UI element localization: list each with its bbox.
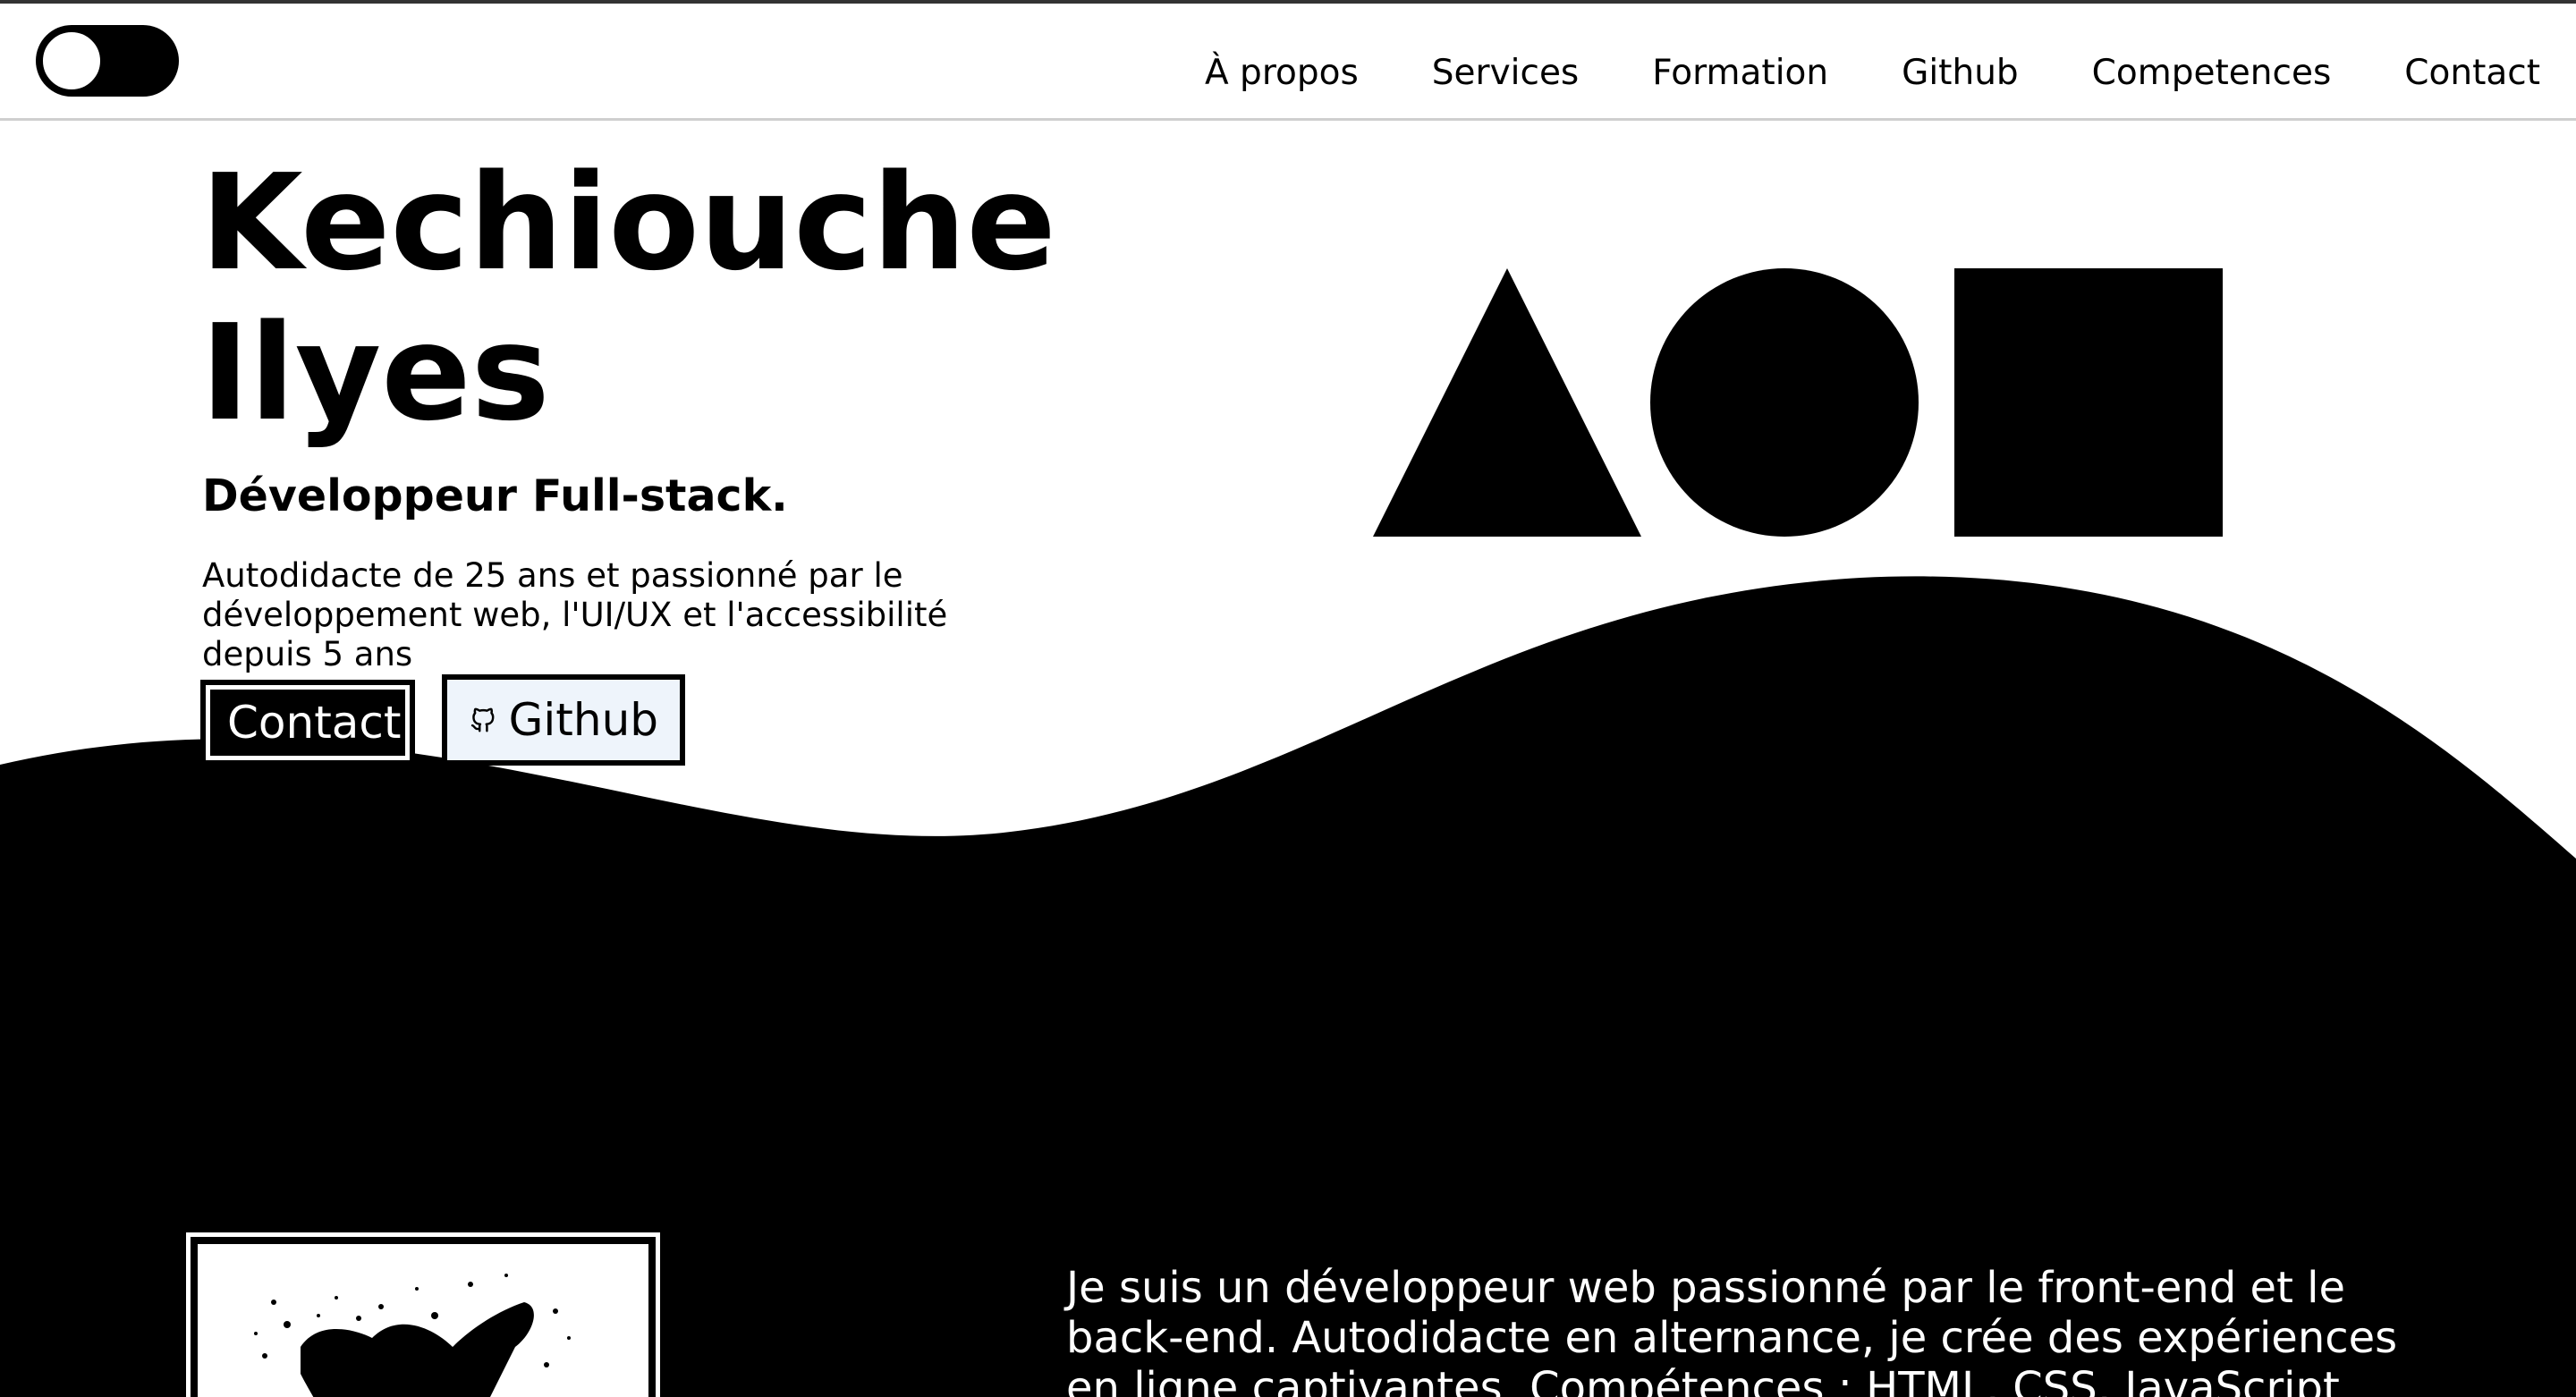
hero-description: Autodidacte de 25 ans et passionné par l… xyxy=(202,556,948,673)
nav-link-contact[interactable]: Contact xyxy=(2404,53,2540,93)
hero-title-line1: Kechiouche xyxy=(200,146,1056,300)
nav-link-a-propos[interactable]: À propos xyxy=(1205,53,1359,93)
navbar: À propos Services Formation Github Compe… xyxy=(0,4,2576,121)
theme-toggle-knob xyxy=(39,29,104,93)
page: À propos Services Formation Github Compe… xyxy=(0,0,2576,1397)
github-icon xyxy=(470,707,495,732)
theme-toggle[interactable] xyxy=(36,25,179,97)
triangle-shape xyxy=(1373,268,1641,537)
contact-button-label: Contact xyxy=(227,697,402,749)
about-photo-frame xyxy=(186,1232,660,1397)
hero-subtitle: Développeur Full-stack. xyxy=(202,470,788,521)
github-button-label: Github xyxy=(508,694,658,746)
about-photo xyxy=(198,1244,648,1397)
hero-shapes xyxy=(1373,268,2223,537)
nav-links: À propos Services Formation Github Compe… xyxy=(1205,53,2540,93)
github-button[interactable]: Github xyxy=(442,674,685,766)
nav-link-services[interactable]: Services xyxy=(1432,53,1579,93)
circle-shape xyxy=(1650,268,1919,537)
nav-link-formation[interactable]: Formation xyxy=(1652,53,1828,93)
nav-link-competences[interactable]: Competences xyxy=(2092,53,2332,93)
contact-button[interactable]: Contact xyxy=(200,680,415,766)
ink-splash-illustration xyxy=(254,1274,571,1397)
about-text: Je suis un développeur web passionné par… xyxy=(1066,1263,2398,1397)
hero-title-line2: Ilyes xyxy=(200,296,550,450)
nav-link-github[interactable]: Github xyxy=(1902,53,2019,93)
square-shape xyxy=(1954,268,2223,537)
hero-title: Kechiouche Ilyes xyxy=(200,148,1056,448)
